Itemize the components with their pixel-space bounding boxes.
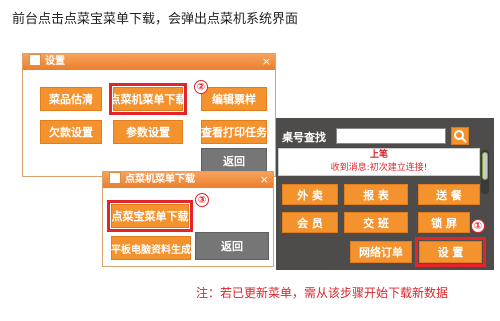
- message-title: 上笔: [369, 150, 388, 160]
- settings-icon: [29, 54, 41, 66]
- print-tasks-button[interactable]: 查看打印任务: [201, 120, 267, 144]
- table-search-label: 桌号查找: [282, 131, 326, 144]
- takeout-button[interactable]: 外 卖: [282, 184, 338, 205]
- download-dialog: 点菜机菜单下载 × 点菜宝菜单下载 平板电脑资料生成 返回: [102, 171, 274, 267]
- edit-ticket-button[interactable]: 编辑票样: [201, 87, 267, 111]
- dish-estimate-button[interactable]: 菜品估清: [40, 87, 102, 111]
- message-scroll-thumb[interactable]: [482, 152, 488, 180]
- instruction-caption: 前台点击点菜宝菜单下载，会弹出点菜机系统界面: [12, 12, 299, 27]
- message-text: 收到消息:初次建立连接!: [330, 163, 428, 173]
- step-marker-3: ③: [195, 193, 209, 207]
- delivery-button[interactable]: 送 餐: [418, 184, 480, 205]
- settings-dialog-title: 设置: [45, 56, 65, 67]
- settings-button[interactable]: 设 置: [415, 237, 486, 267]
- online-order-button[interactable]: 网络订单: [350, 241, 412, 263]
- close-icon[interactable]: ×: [262, 55, 271, 69]
- table-search-input[interactable]: [336, 128, 446, 144]
- footnote: 注：若已更新菜单，需从该步骤开始下载新数据: [196, 286, 449, 300]
- settings-dialog: 设置 × 菜品估清 点菜机菜单下载 编辑票样 欠款设置 参数设置 查看打印任务 …: [22, 53, 276, 177]
- member-button[interactable]: 会 员: [282, 212, 338, 233]
- message-box: 上笔 收到消息:初次建立连接!: [278, 148, 480, 176]
- lock-screen-button[interactable]: 锁 屏: [418, 212, 470, 233]
- shift-change-button[interactable]: 交 班: [344, 212, 408, 233]
- search-icon[interactable]: [451, 127, 469, 145]
- step-marker-2: ②: [194, 80, 208, 94]
- tablet-data-generate-button[interactable]: 平板电脑资料生成: [111, 236, 191, 260]
- report-button[interactable]: 报 表: [344, 184, 408, 205]
- param-settings-button[interactable]: 参数设置: [113, 120, 183, 144]
- step-marker-1: ①: [471, 219, 485, 233]
- download-dialog-header: 点菜机菜单下载: [103, 172, 273, 188]
- close-icon[interactable]: ×: [260, 173, 269, 187]
- debt-settings-button[interactable]: 欠款设置: [40, 120, 102, 144]
- settings-dialog-header: 设置: [23, 54, 275, 70]
- order-pad-menu-download-button[interactable]: 点菜宝菜单下载: [107, 200, 193, 232]
- settings-icon: [109, 172, 121, 184]
- download-back-button[interactable]: 返回: [195, 232, 269, 260]
- download-dialog-title: 点菜机菜单下载: [125, 174, 195, 185]
- terminal-menu-download-button[interactable]: 点菜机菜单下载: [109, 83, 187, 115]
